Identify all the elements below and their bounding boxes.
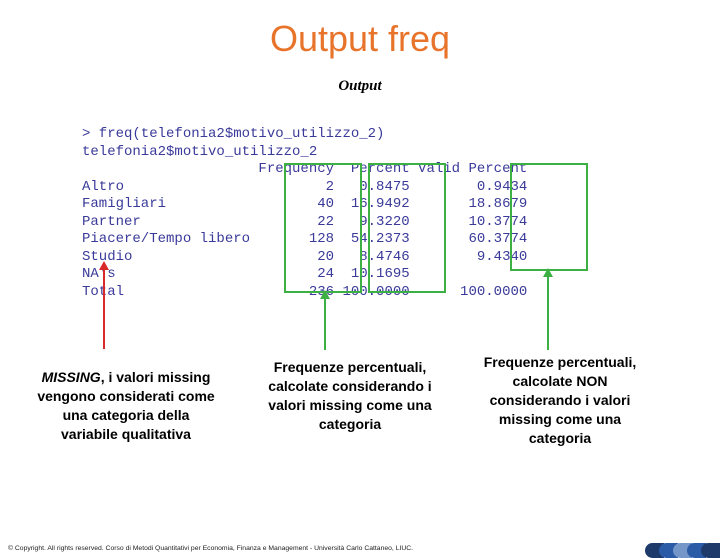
- arrow-percent-icon: [324, 298, 326, 350]
- deco-chip-icon: [701, 543, 720, 558]
- annotation-missing-keyword: MISSING: [42, 369, 101, 385]
- footer-decoration: [650, 543, 720, 558]
- footer-copyright: © Copyright. All rights reserved. Corso …: [8, 545, 413, 552]
- arrow-missing-icon: [103, 269, 105, 349]
- page-title: Output freq: [0, 18, 720, 60]
- arrow-valid-percent-icon: [547, 276, 549, 350]
- annotation-percent: Frequenze percentuali, calcolate conside…: [260, 358, 440, 434]
- annotation-missing: MISSING, i valori missing vengono consid…: [36, 368, 216, 444]
- output-subtitle: Output: [0, 78, 720, 95]
- console-output: > freq(telefonia2$motivo_utilizzo_2) tel…: [82, 126, 527, 301]
- annotation-valid-percent: Frequenze percentuali, calcolate NON con…: [470, 353, 650, 447]
